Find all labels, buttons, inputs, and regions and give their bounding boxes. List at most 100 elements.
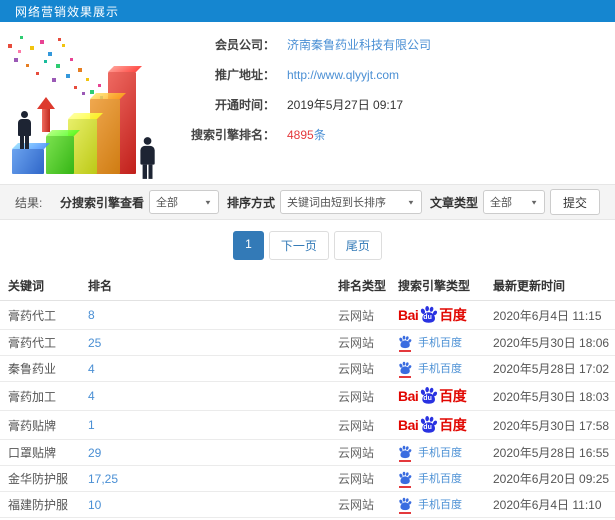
baidu-paw-icon: du: [419, 386, 438, 405]
update-time-cell: 2020年5月28日 16:55: [493, 446, 610, 460]
pagination: 1 下一页 尾页: [0, 231, 615, 260]
rank-type-cell: 云网站: [338, 308, 375, 323]
engine-rank-row: 搜索引擎排名： 4895条: [180, 126, 615, 143]
mobile-baidu-logo: 手机百度: [398, 444, 462, 462]
sort-select[interactable]: 关键词由短到长排序 ▼: [279, 190, 422, 214]
rank-type-cell: 云网站: [338, 498, 375, 512]
member-company-row: 会员公司： 济南秦鲁药业科技有限公司: [180, 36, 615, 53]
table-body: 膏药代工 8 云网站 Baidu百度 手机百度 2020年6月4日 11:15 …: [0, 301, 615, 518]
rank-link[interactable]: 4: [88, 389, 95, 403]
member-company-label: 会员公司：: [214, 38, 275, 52]
rank-cell: 25: [88, 336, 338, 350]
person-figure: [16, 111, 32, 149]
growth-arrow-icon: [37, 97, 55, 132]
keyword-cell: 秦鲁药业: [8, 362, 57, 376]
page-button-current[interactable]: 1: [233, 231, 264, 260]
rank-type-cell: 云网站: [338, 389, 375, 404]
column-rank: 排名: [88, 279, 113, 293]
open-time-label: 开通时间：: [214, 98, 275, 112]
member-info: 会员公司： 济南秦鲁药业科技有限公司 推广地址： http://www.qlyy…: [180, 30, 615, 180]
mobile-baidu-logo: 手机百度: [398, 496, 462, 514]
keyword-cell: 口罩贴牌: [8, 446, 57, 460]
sort-label: 排序方式: [226, 195, 275, 210]
engine-cell: Baidu百度 手机百度: [398, 470, 493, 488]
column-engine-type: 搜索引擎类型: [398, 279, 471, 293]
keyword-cell: 膏药代工: [8, 336, 57, 350]
baidu-paw-icon: [398, 497, 412, 514]
engine-filter-label: 分搜索引擎查看: [59, 195, 144, 210]
person-figure: [138, 137, 156, 179]
baidu-paw-icon: [398, 471, 412, 488]
update-time-cell: 2020年5月30日 18:06: [493, 336, 610, 350]
results-table: 关键词 排名 排名类型 搜索引擎类型 最新更新时间 膏药代工 8 云网站 Bai…: [0, 271, 615, 520]
rank-cell: 1: [88, 418, 338, 432]
engine-cell: Baidu百度 手机百度: [398, 386, 493, 406]
table-header: 关键词 排名 排名类型 搜索引擎类型 最新更新时间: [0, 271, 615, 301]
page-title: 网络营销效果展示: [15, 4, 120, 19]
update-time-cell: 2020年6月20日 09:25: [493, 472, 610, 486]
rank-type-cell: 云网站: [338, 418, 375, 433]
engine-cell: Baidu百度 手机百度: [398, 334, 493, 352]
open-time-row: 开通时间： 2019年5月27日 09:17: [180, 96, 615, 113]
mobile-baidu-logo: 手机百度: [398, 470, 462, 488]
keyword-cell: 膏药贴牌: [8, 418, 57, 433]
engine-cell: Baidu百度 手机百度: [398, 415, 493, 435]
member-company-link[interactable]: 济南秦鲁药业科技有限公司: [287, 38, 431, 52]
submit-button[interactable]: 提交: [549, 189, 600, 215]
update-time-cell: 2020年6月4日 11:15: [493, 308, 602, 323]
rank-link[interactable]: 8: [88, 308, 95, 322]
baidu-paw-icon: du: [419, 305, 438, 324]
engine-rank-label: 搜索引擎排名：: [190, 128, 275, 142]
mobile-baidu-label: 手机百度: [418, 498, 462, 511]
baidu-logo: Bai du 百度: [398, 306, 467, 323]
mobile-baidu-label: 手机百度: [418, 336, 462, 349]
table-row: 膏药代工 8 云网站 Baidu百度 手机百度 2020年6月4日 11:15: [0, 301, 615, 330]
chevron-down-icon: ▼: [530, 198, 538, 206]
column-update-time: 最新更新时间: [493, 279, 566, 293]
rank-link[interactable]: 4: [88, 362, 95, 376]
chart-bar: [46, 136, 74, 174]
rank-type-cell: 云网站: [338, 336, 375, 350]
engine-cell: Baidu百度 手机百度: [398, 444, 493, 462]
update-time-cell: 2020年5月28日 17:02: [493, 362, 610, 376]
engine-rank-unit: 条: [313, 128, 326, 142]
filter-bar: 结果: 分搜索引擎查看 全部 ▼ 排序方式 关键词由短到长排序 ▼ 文章类型 全…: [0, 184, 615, 220]
table-row: 膏药贴牌 1 云网站 Baidu百度 手机百度 2020年5月30日 17:58: [0, 411, 615, 440]
chevron-down-icon: ▼: [204, 198, 212, 206]
mobile-baidu-label: 手机百度: [418, 446, 462, 459]
engine-cell: Baidu百度 手机百度: [398, 305, 493, 325]
keyword-cell: 福建防护服: [8, 498, 69, 512]
mobile-baidu-label: 手机百度: [418, 362, 462, 375]
baidu-paw-icon: [398, 335, 412, 352]
table-row: 金华防护服 17,25 云网站 Baidu百度 手机百度 2020年6月20日 …: [0, 466, 615, 492]
rank-link[interactable]: 1: [88, 418, 95, 432]
bar-chart-illustration: [0, 30, 180, 180]
rank-link[interactable]: 10: [88, 498, 101, 512]
engine-filter-select[interactable]: 全部 ▼: [148, 190, 219, 214]
next-page-button[interactable]: 下一页: [268, 231, 329, 260]
filter-controls: 分搜索引擎查看 全部 ▼ 排序方式 关键词由短到长排序 ▼ 文章类型 全部 ▼ …: [57, 189, 600, 215]
last-page-button[interactable]: 尾页: [333, 231, 382, 260]
rank-cell: 4: [88, 389, 338, 403]
rank-link[interactable]: 29: [88, 446, 101, 460]
table-row: 膏药加工 4 云网站 Baidu百度 手机百度 2020年5月30日 18:03: [0, 382, 615, 411]
column-rank-type: 排名类型: [338, 279, 387, 293]
promotion-url-link[interactable]: http://www.qlyyjt.com: [287, 68, 399, 82]
open-time-value: 2019年5月27日 09:17: [287, 98, 404, 112]
rank-link[interactable]: 17,25: [88, 472, 118, 486]
keyword-cell: 膏药加工: [8, 389, 57, 404]
promotion-url-label: 推广地址：: [214, 68, 275, 82]
update-time-cell: 2020年5月30日 18:03: [493, 389, 610, 404]
table-row: 口罩贴牌 29 云网站 Baidu百度 手机百度 2020年5月28日 16:5…: [0, 440, 615, 466]
engine-cell: Baidu百度 手机百度: [398, 496, 493, 514]
keyword-cell: 金华防护服: [8, 472, 69, 486]
result-label: 结果:: [15, 195, 43, 210]
article-type-select[interactable]: 全部 ▼: [482, 190, 545, 214]
rank-type-cell: 云网站: [338, 446, 375, 460]
rank-link[interactable]: 25: [88, 336, 101, 350]
chevron-down-icon: ▼: [407, 198, 415, 206]
baidu-paw-icon: [398, 445, 412, 462]
rank-cell: 10: [88, 498, 338, 512]
update-time-cell: 2020年5月30日 17:58: [493, 418, 610, 433]
baidu-paw-icon: [398, 361, 412, 378]
